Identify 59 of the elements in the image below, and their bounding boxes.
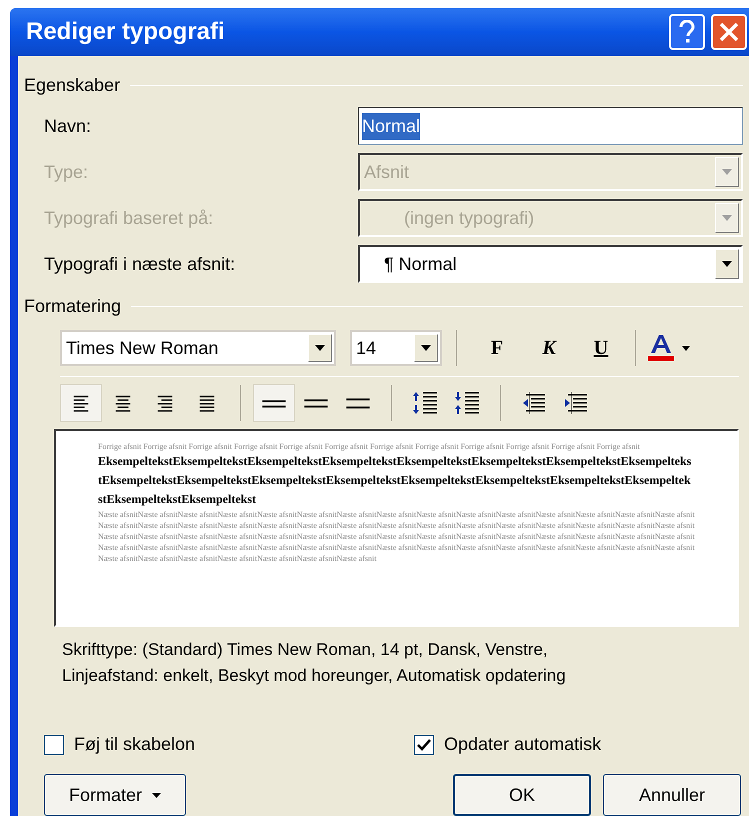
dropdown-arrow-button[interactable] (715, 249, 739, 279)
close-icon (719, 22, 739, 42)
group-heading: Formatering (24, 295, 122, 318)
sample-text: EksempeltekstEksempeltekstEksempeltekstEksempeltekstEksempeltekstEksempeltekstEksempeltekstEksempeltekstEksempeltekstEksempeltekstEksempeltekstEksempeltekstEksempeltekstEksempeltekstEksempeltekstEksempeltekstEksempeltekstEksempeltekst (98, 453, 692, 508)
size-dropdown[interactable]: 14 (350, 330, 442, 366)
align-right-icon (157, 394, 173, 412)
window-title: Rediger typografi (26, 17, 225, 47)
caret-icon (722, 215, 732, 221)
dropdown-value: ¶ Normal (383, 252, 458, 276)
checkbox-label: Opdater automatisk (444, 733, 602, 756)
checkbox[interactable] (414, 734, 434, 754)
checkbox-label: Føj til skabelon (74, 733, 196, 756)
italic-button[interactable]: K (523, 329, 575, 367)
field-value: Normal (362, 112, 420, 140)
caret-icon (682, 346, 690, 350)
paragraph-spacing-icon (454, 391, 480, 415)
caret-icon (722, 169, 732, 175)
bold-button[interactable]: F (471, 329, 523, 367)
dropdown-arrow-button[interactable] (414, 334, 438, 362)
dropdown-value: 14 (356, 336, 378, 360)
cancel-button[interactable]: Annuller (603, 774, 741, 816)
name-field[interactable]: Normal (358, 107, 743, 145)
checkbox-option[interactable]: Opdater automatisk (414, 731, 602, 758)
dropdown-value: Times New Roman (66, 336, 220, 360)
group-heading: Egenskaber (24, 74, 120, 97)
align-left-icon (73, 394, 89, 412)
align-justify-icon (199, 394, 215, 412)
caret-icon (152, 792, 161, 798)
field-label: Typografi baseret på: (44, 206, 214, 230)
style-description: Skrifttype: (Standard) Times New Roman, 14 pt, Dansk, Venstre, Linjeafstand: enkelt, Beskyt mod horeunger, Automatisk opdatering (62, 639, 567, 687)
checkmark-icon (417, 738, 431, 750)
checkbox[interactable] (44, 734, 64, 754)
toolbar-button[interactable] (253, 384, 295, 422)
font-color-icon (648, 333, 674, 363)
caret-icon (722, 261, 732, 267)
dropdown-field[interactable]: ¶ Normal (358, 245, 743, 283)
font-dropdown[interactable]: Times New Roman (60, 330, 336, 366)
align-center-icon (115, 394, 131, 412)
ok-button[interactable]: OK (453, 774, 591, 816)
dropdown-arrow-button[interactable] (308, 334, 332, 362)
field-label: Navn: (44, 114, 92, 138)
help-button[interactable] (669, 14, 705, 50)
caret-icon (315, 345, 325, 351)
previous-paragraph-text: Forrige afsnit Forrige afsnit Forrige afsnit Forrige afsnit Forrige afsnit Forrige afsnit Forrige afsnit Forrige afsnit Forrige afsnit Forrige afsnit Forrige afsnit Forrige afsnit (98, 441, 641, 452)
toolbar-button[interactable] (60, 384, 102, 422)
underline-button[interactable]: U (575, 329, 627, 367)
help-icon (679, 20, 695, 44)
next-paragraph-text: Næste afsnitNæste afsnitNæste afsnitNæste afsnitNæste afsnitNæste afsnitNæste afsnitNæste afsnitNæste afsnitNæste afsnitNæste afsnitNæste afsnitNæste afsnitNæste afsnitNæste afsnitNæste afsnitNæste afsnitNæste afsnitNæste afsnitNæste afsnitNæste afsnitNæste afsnitNæste afsnitNæste afsnitNæste afsnitNæste afsnitNæste afsnitNæste afsnitNæste afsnitNæste afsnitNæste afsnitNæste afsnitNæste afsnitNæste afsnitNæste afsnitNæste afsnitNæste afsnitNæste afsnitNæste afsnitNæste afsnitNæste afsnitNæste afsnitNæste afsnitNæste afsnitNæste afsnitNæste afsnitNæste afsnitNæste afsnitNæste afsnitNæste afsnitNæste afsnitNæste afsnitNæste afsnitNæste afsnitNæste afsnitNæste afsnitNæste afsnitNæste afsnitNæste afsnitNæste afsnitNæste afsnitNæste afsnitNæste afsnitNæste afsnitNæste afsnitNæste afsnitNæste afsnit (98, 509, 695, 564)
format-menu-button[interactable]: Formater (44, 774, 186, 816)
dropdown-value: Afsnit (364, 160, 410, 184)
dropdown-value: (ingen typografi) (403, 206, 536, 230)
checkbox-option[interactable]: Føj til skabelon (44, 731, 414, 758)
paragraph-spacing-icon (412, 391, 438, 415)
field-label: Type: (44, 160, 90, 184)
decrease-indent-icon (522, 392, 546, 414)
caret-icon (421, 345, 431, 351)
field-label: Typografi i næste afsnit: (44, 252, 236, 276)
increase-indent-icon (564, 392, 588, 414)
close-button[interactable] (711, 14, 747, 50)
